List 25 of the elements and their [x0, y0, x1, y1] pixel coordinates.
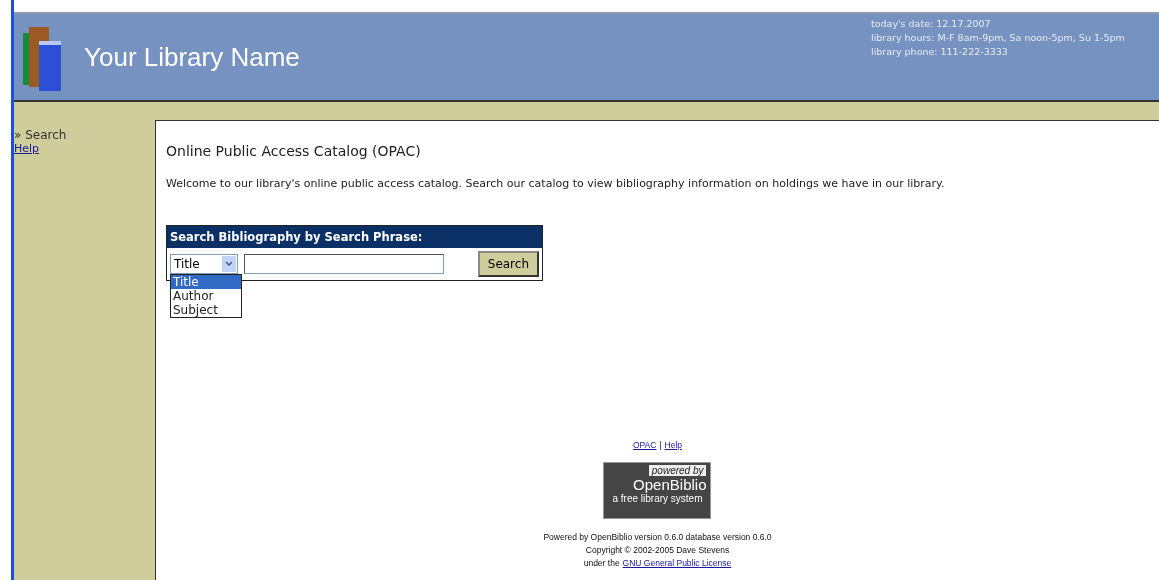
- search-heading: Search Bibliography by Search Phrase:: [167, 226, 542, 248]
- openbiblio-badge[interactable]: powered by OpenBiblio a free library system: [603, 462, 712, 519]
- library-info: library hours: M-F 8am-9pm, Sa noon-5pm, Su 1-5pm: [871, 32, 1125, 43]
- opac-link[interactable]: OPAC: [632, 440, 657, 450]
- search-type-select[interactable]: Title: [170, 254, 238, 274]
- badge-text: a free library system: [612, 493, 703, 504]
- search-field[interactable]: [244, 254, 444, 274]
- library-name: Your Library Name: [84, 41, 300, 73]
- badge-text: OpenBiblio: [633, 476, 707, 493]
- help-link[interactable]: Help: [664, 440, 683, 450]
- page-title: Online Public Access Catalog (OPAC): [166, 143, 421, 159]
- credit-text: Copyright © 2002-2005 Dave Stevens: [585, 544, 730, 557]
- badge-text: powered by: [648, 465, 707, 476]
- search-button[interactable]: Search: [477, 251, 539, 277]
- credit-text: Powered by OpenBiblio version 0.6.0 database version 0.6.0: [543, 531, 772, 544]
- search-nav-item[interactable]: » Search: [14, 128, 67, 142]
- library-info: today's date: 12.17.2007: [871, 18, 992, 29]
- help-link[interactable]: Help: [14, 142, 40, 155]
- library-info: library phone: 111-222-3333: [871, 46, 1009, 57]
- license-link[interactable]: GNU General Public License: [622, 557, 732, 570]
- intro-text: Welcome to our library's online public access catalog. Search our catalog to view bibliography information on holdings we have in our library.: [166, 177, 945, 190]
- credit-text: under the: [583, 557, 620, 570]
- dropdown-option[interactable]: Title: [171, 275, 241, 289]
- separator: |: [659, 440, 662, 450]
- caret-icon: [222, 256, 236, 272]
